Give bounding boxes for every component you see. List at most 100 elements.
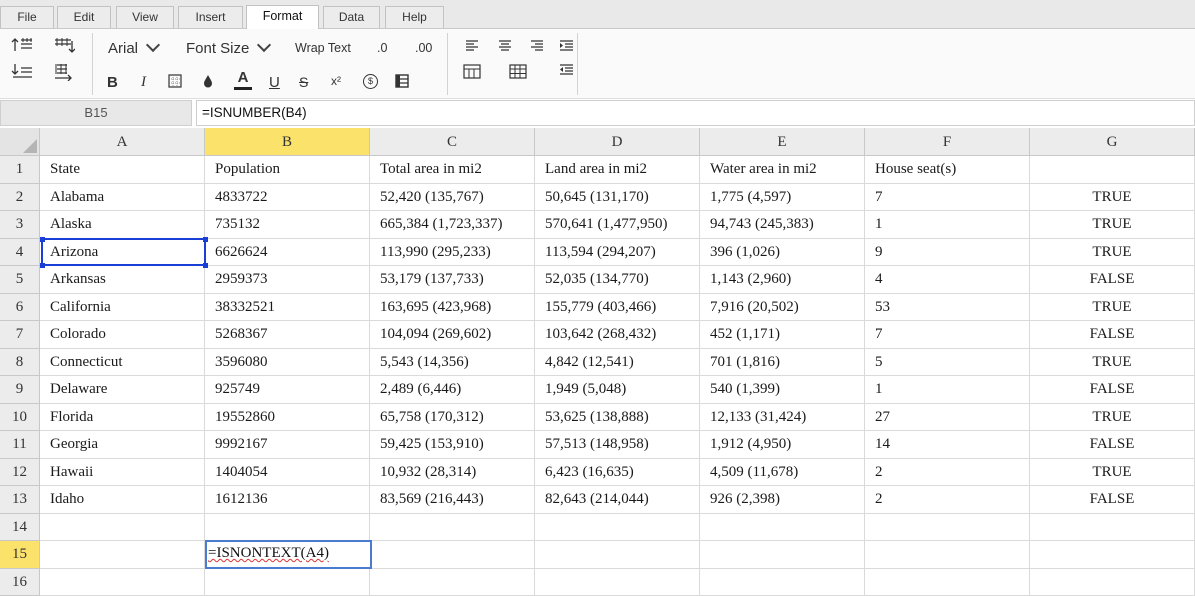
cell-e14[interactable]: [700, 514, 865, 542]
cell-f3[interactable]: 1: [865, 211, 1030, 239]
indent-rows-icon[interactable]: [11, 63, 33, 81]
row-header-5[interactable]: 5: [0, 266, 40, 294]
cell-f7[interactable]: 7: [865, 321, 1030, 349]
cell-d5[interactable]: 52,035 (134,770): [535, 266, 700, 294]
cell-a16[interactable]: [40, 569, 205, 596]
wrap-text-button[interactable]: Wrap Text: [295, 41, 351, 55]
row-header-8[interactable]: 8: [0, 349, 40, 377]
column-header-c[interactable]: C: [370, 128, 535, 156]
align-left-icon[interactable]: [465, 40, 479, 52]
cell-a12[interactable]: Hawaii: [40, 459, 205, 487]
cell-g10[interactable]: TRUE: [1030, 404, 1195, 432]
cell-a9[interactable]: Delaware: [40, 376, 205, 404]
row-header-16[interactable]: 16: [0, 569, 40, 596]
cell-c3[interactable]: 665,384 (1,723,337): [370, 211, 535, 239]
outdent-icon[interactable]: [559, 64, 574, 76]
cell-e3[interactable]: 94,743 (245,383): [700, 211, 865, 239]
cell-f6[interactable]: 53: [865, 294, 1030, 322]
cell-g1[interactable]: [1030, 156, 1195, 184]
cell-e5[interactable]: 1,143 (2,960): [700, 266, 865, 294]
cell-c8[interactable]: 5,543 (14,356): [370, 349, 535, 377]
cell-g4[interactable]: TRUE: [1030, 239, 1195, 267]
delete-rows-icon[interactable]: [53, 63, 75, 81]
cell-d2[interactable]: 50,645 (131,170): [535, 184, 700, 212]
format-table-icon[interactable]: [395, 74, 409, 88]
cell-d3[interactable]: 570,641 (1,477,950): [535, 211, 700, 239]
cell-f10[interactable]: 27: [865, 404, 1030, 432]
cell-a4[interactable]: Arizona: [40, 239, 205, 267]
cell-d6[interactable]: 155,779 (403,466): [535, 294, 700, 322]
fill-color-icon[interactable]: [201, 74, 215, 89]
cell-b16[interactable]: [205, 569, 370, 596]
cell-d8[interactable]: 4,842 (12,541): [535, 349, 700, 377]
cell-c10[interactable]: 65,758 (170,312): [370, 404, 535, 432]
align-right-icon[interactable]: [530, 40, 544, 52]
row-header-11[interactable]: 11: [0, 431, 40, 459]
cell-b12[interactable]: 1404054: [205, 459, 370, 487]
cell-b8[interactable]: 3596080: [205, 349, 370, 377]
row-header-1[interactable]: 1: [0, 156, 40, 184]
cell-c13[interactable]: 83,569 (216,443): [370, 486, 535, 514]
name-box[interactable]: B15: [0, 100, 192, 126]
row-header-13[interactable]: 13: [0, 486, 40, 514]
cell-c5[interactable]: 53,179 (137,733): [370, 266, 535, 294]
tab-file[interactable]: File: [0, 6, 54, 28]
cell-c15[interactable]: [370, 541, 535, 569]
cell-c6[interactable]: 163,695 (423,968): [370, 294, 535, 322]
formula-input[interactable]: =ISNUMBER(B4): [196, 100, 1195, 126]
cell-c16[interactable]: [370, 569, 535, 596]
cell-b3[interactable]: 735132: [205, 211, 370, 239]
cell-d14[interactable]: [535, 514, 700, 542]
column-header-a[interactable]: A: [40, 128, 205, 156]
cell-g8[interactable]: TRUE: [1030, 349, 1195, 377]
row-header-15[interactable]: 15: [0, 541, 40, 569]
cell-b2[interactable]: 4833722: [205, 184, 370, 212]
cell-d7[interactable]: 103,642 (268,432): [535, 321, 700, 349]
font-name-dropdown[interactable]: Arial: [108, 40, 158, 57]
cell-c7[interactable]: 104,094 (269,602): [370, 321, 535, 349]
select-all-corner[interactable]: [0, 128, 40, 156]
cell-e4[interactable]: 396 (1,026): [700, 239, 865, 267]
decrease-decimal-button[interactable]: .0: [377, 41, 387, 55]
cell-c14[interactable]: [370, 514, 535, 542]
strikethrough-icon[interactable]: S: [299, 74, 308, 90]
cell-d15[interactable]: [535, 541, 700, 569]
row-header-2[interactable]: 2: [0, 184, 40, 212]
cell-e11[interactable]: 1,912 (4,950): [700, 431, 865, 459]
cell-a8[interactable]: Connecticut: [40, 349, 205, 377]
indent-icon[interactable]: [559, 40, 574, 52]
cell-a3[interactable]: Alaska: [40, 211, 205, 239]
tab-edit[interactable]: Edit: [57, 6, 111, 28]
font-size-dropdown[interactable]: Font Size: [186, 40, 269, 57]
cell-e2[interactable]: 1,775 (4,597): [700, 184, 865, 212]
cell-f8[interactable]: 5: [865, 349, 1030, 377]
cell-b10[interactable]: 19552860: [205, 404, 370, 432]
cell-a2[interactable]: Alabama: [40, 184, 205, 212]
increase-decimal-button[interactable]: .00: [415, 41, 432, 55]
row-header-10[interactable]: 10: [0, 404, 40, 432]
cell-d4[interactable]: 113,594 (294,207): [535, 239, 700, 267]
cell-f11[interactable]: 14: [865, 431, 1030, 459]
borders-icon[interactable]: [168, 74, 182, 88]
cell-g15[interactable]: [1030, 541, 1195, 569]
cell-a15[interactable]: [40, 541, 205, 569]
cell-e6[interactable]: 7,916 (20,502): [700, 294, 865, 322]
insert-column-icon[interactable]: [53, 37, 75, 53]
underline-icon[interactable]: U: [269, 74, 280, 91]
cell-editor-b15[interactable]: =ISNONTEXT(A4): [205, 540, 372, 569]
cell-d1[interactable]: Land area in mi2: [535, 156, 700, 184]
column-header-b[interactable]: B: [205, 128, 370, 156]
column-header-e[interactable]: E: [700, 128, 865, 156]
cell-d9[interactable]: 1,949 (5,048): [535, 376, 700, 404]
column-header-f[interactable]: F: [865, 128, 1030, 156]
merge-cells-icon[interactable]: [463, 64, 481, 79]
row-header-12[interactable]: 12: [0, 459, 40, 487]
cell-f1[interactable]: House seat(s): [865, 156, 1030, 184]
cell-b13[interactable]: 1612136: [205, 486, 370, 514]
tab-insert[interactable]: Insert: [178, 6, 243, 28]
cell-e8[interactable]: 701 (1,816): [700, 349, 865, 377]
row-header-9[interactable]: 9: [0, 376, 40, 404]
cell-f16[interactable]: [865, 569, 1030, 596]
tab-help[interactable]: Help: [385, 6, 444, 28]
cell-a7[interactable]: Colorado: [40, 321, 205, 349]
